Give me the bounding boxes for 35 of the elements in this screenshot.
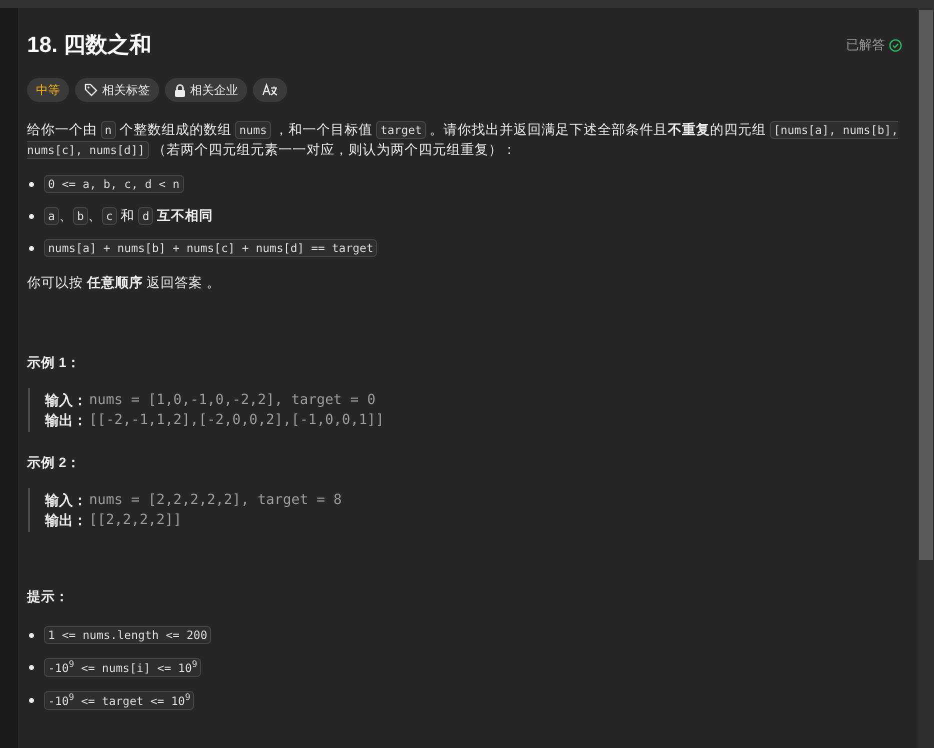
example-value: [[-2,-1,1,2],[-2,0,0,2],[-1,0,0,1]] xyxy=(89,411,384,430)
scrollbar-thumb[interactable] xyxy=(919,10,933,560)
constraint-code: -10$^{9}$ <= nums[i] <= 10$^{9}$ xyxy=(44,658,202,677)
bullet-icon xyxy=(29,214,34,218)
notice-text: 你可以按 任意顺序 返回答案 。 xyxy=(27,274,222,292)
problem-title: 18. 四数之和 xyxy=(27,31,152,59)
example-value: nums = [2,2,2,2,2], target = 8 xyxy=(89,491,342,510)
condition-text: a 、 b 、 c 和 d 互不相同 xyxy=(44,206,214,226)
bullet-icon xyxy=(29,664,34,670)
example-label: 输出： xyxy=(45,411,87,430)
bullet-icon xyxy=(29,632,34,638)
lock-icon xyxy=(174,84,186,96)
example-label: 输入： xyxy=(45,391,87,410)
constraint-code: 1 <= nums.length <= 200 xyxy=(44,626,212,644)
topics-tag[interactable]: 相关标签 xyxy=(75,78,159,102)
example-label: 输入： xyxy=(45,491,87,510)
status-label: 已解答 xyxy=(846,36,885,54)
condition-text: nums[a] + nums[b] + nums[c] + nums[d] == target xyxy=(44,238,378,258)
bullet-icon xyxy=(29,698,34,703)
problem-description: 给你一个由 n 个整数组成的数组 nums ，和一个目标值 target 。请你找出并返回满足下述全部条件且不重复的四元组 [nums[a], nums[b], nums[c], nums[d]] （若两个四元组元素一一对应，则认为两个四元组重复）： xyxy=(27,120,900,160)
example-title: 示例 2： xyxy=(27,454,82,472)
translate-button[interactable] xyxy=(253,78,287,102)
bullet-icon xyxy=(29,246,34,250)
hints-title: 提示： xyxy=(27,588,70,606)
example-value: nums = [1,0,-1,0,-2,2], target = 0 xyxy=(89,391,376,410)
translate-icon xyxy=(262,83,278,97)
condition-text: 0 <= a, b, c, d < n xyxy=(44,174,184,194)
companies-tag[interactable]: 相关企业 xyxy=(165,78,247,102)
example-title: 示例 1： xyxy=(27,354,82,372)
bullet-icon xyxy=(29,182,34,186)
example-label: 输出： xyxy=(45,511,87,530)
difficulty-tag[interactable]: 中等 xyxy=(27,78,69,102)
example-value: [[2,2,2,2]] xyxy=(89,511,182,530)
constraint-code: -10$^{9}$ <= target <= 10$^{9}$ xyxy=(44,690,194,710)
tag-icon xyxy=(84,83,98,97)
